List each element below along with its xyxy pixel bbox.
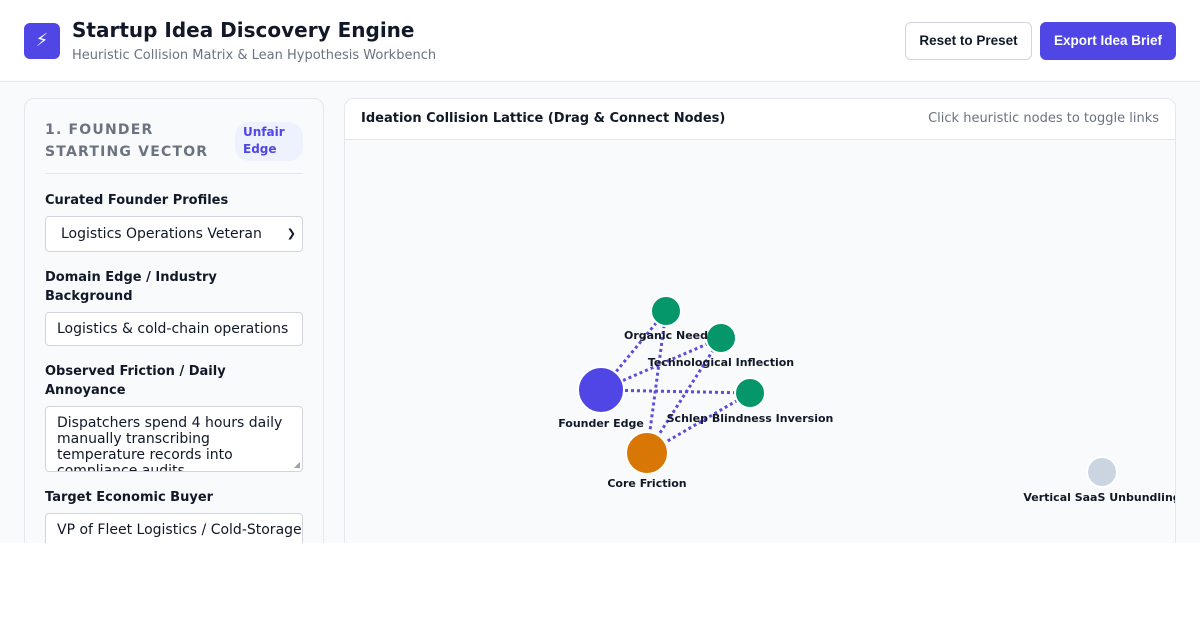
node-label-vertical: Vertical SaaS Unbundling (1023, 491, 1175, 504)
app-title: Startup Idea Discovery Engine (72, 18, 415, 42)
app-header: ⚡ Startup Idea Discovery Engine Heuristi… (0, 0, 1200, 82)
lightning-bolt-icon: ⚡ (24, 23, 60, 59)
node-label-founder: Founder Edge (558, 417, 644, 430)
node-vertical[interactable] (1086, 456, 1118, 488)
node-label-schlep: Schlep Blindness Inversion (667, 412, 834, 425)
resize-handle-icon[interactable]: ◢ (294, 461, 300, 469)
lattice-title: Ideation Collision Lattice (Drag & Conne… (361, 111, 726, 126)
export-idea-brief-button[interactable]: Export Idea Brief (1040, 22, 1176, 60)
section-title: 1. FOUNDER STARTING VECTOR (45, 122, 209, 160)
founder-profile-select[interactable]: Logistics Operations Veteran ❯ (45, 216, 303, 252)
lattice-header: Ideation Collision Lattice (Drag & Conne… (345, 99, 1175, 140)
node-label-organic: Organic Need (624, 329, 708, 342)
target-buyer-input[interactable]: VP of Fleet Logistics / Cold-Storage (45, 513, 303, 543)
founder-vector-panel: 1. FOUNDER STARTING VECTOR Unfair Edge C… (24, 98, 324, 543)
founder-profile-selected: Logistics Operations Veteran (61, 226, 262, 242)
node-label-friction: Core Friction (607, 477, 686, 490)
observed-friction-text: Dispatchers spend 4 hours daily manually… (57, 415, 283, 472)
observed-friction-label: Observed Friction / Daily Annoyance (45, 364, 226, 398)
domain-edge-label: Domain Edge / Industry Background (45, 270, 217, 304)
workspace: 1. FOUNDER STARTING VECTOR Unfair Edge C… (0, 82, 1200, 543)
collision-lattice-panel: Ideation Collision Lattice (Drag & Conne… (344, 98, 1176, 543)
node-schlep[interactable] (734, 377, 766, 409)
founder-profiles-label: Curated Founder Profiles (45, 193, 229, 208)
node-organic[interactable] (650, 295, 682, 327)
observed-friction-textarea[interactable]: Dispatchers spend 4 hours daily manually… (45, 406, 303, 472)
node-founder[interactable] (577, 366, 625, 414)
node-friction[interactable] (625, 431, 669, 475)
node-tech[interactable] (705, 322, 737, 354)
reset-to-preset-button[interactable]: Reset to Preset (905, 22, 1032, 60)
lattice-canvas[interactable]: Founder Edge Core Friction Organic Need Tec… (345, 140, 1175, 543)
node-label-tech: Technological Inflection (648, 356, 794, 369)
app-subtitle: Heuristic Collision Matrix & Lean Hypoth… (72, 48, 437, 63)
domain-edge-input[interactable]: Logistics & cold-chain operations (45, 312, 303, 346)
chevron-down-icon: ❯ (286, 227, 296, 240)
section-divider (45, 173, 303, 174)
target-buyer-label: Target Economic Buyer (45, 490, 214, 505)
lattice-hint: Click heuristic nodes to toggle links (928, 111, 1159, 126)
unfair-edge-badge: Unfair Edge (235, 122, 303, 161)
